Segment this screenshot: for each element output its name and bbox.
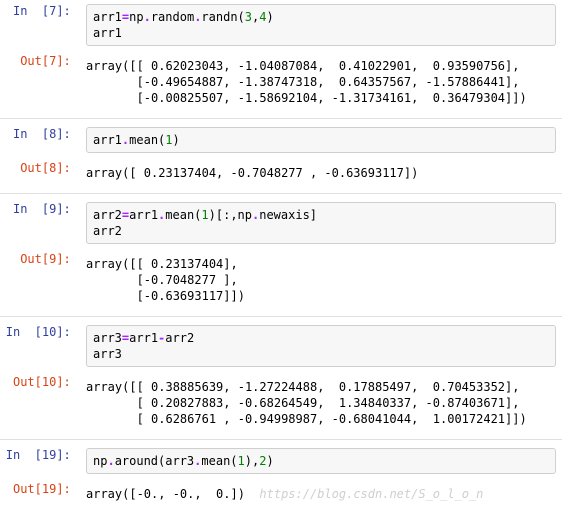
output-9: array([[ 0.23137404], [-0.7048277 ], [-0…: [86, 252, 556, 308]
in-prompt-10: In [10]:: [0, 325, 86, 367]
code-input-8[interactable]: arr1.mean(1): [86, 127, 562, 153]
output-10: array([[ 0.38885639, -1.27224488, 0.1788…: [86, 375, 556, 431]
cell-separator: [0, 439, 562, 440]
output-7: array([[ 0.62023043, -1.04087084, 0.4102…: [86, 54, 556, 110]
code-input-7[interactable]: arr1=np.random.randn(3,4) arr1: [86, 4, 562, 46]
cell-out-8: Out[8]: array([ 0.23137404, -0.7048277 ,…: [0, 157, 562, 189]
code-input-19[interactable]: np.around(arr3.mean(1),2): [86, 448, 562, 474]
cell-separator: [0, 118, 562, 119]
code-text-8: arr1.mean(1): [86, 127, 556, 153]
output-8: array([ 0.23137404, -0.7048277 , -0.6369…: [86, 161, 556, 185]
cell-out-7: Out[7]: array([[ 0.62023043, -1.04087084…: [0, 50, 562, 114]
in-prompt-8: In [8]:: [0, 127, 86, 153]
out-prompt-7: Out[7]:: [0, 54, 86, 110]
code-text-7: arr1=np.random.randn(3,4) arr1: [86, 4, 556, 46]
out-prompt-8: Out[8]:: [0, 161, 86, 185]
out-prompt-9: Out[9]:: [0, 252, 86, 308]
cell-in-19: In [19]: np.around(arr3.mean(1),2): [0, 444, 562, 478]
in-prompt-9: In [9]:: [0, 202, 86, 244]
cell-out-10: Out[10]: array([[ 0.38885639, -1.2722448…: [0, 371, 562, 435]
in-prompt-19: In [19]:: [0, 448, 86, 474]
code-text-19: np.around(arr3.mean(1),2): [86, 448, 556, 474]
out-prompt-10: Out[10]:: [0, 375, 86, 431]
output-19: array([-0., -0., 0.]) https://blog.csdn.…: [86, 482, 556, 506]
code-input-10[interactable]: arr3=arr1-arr2 arr3: [86, 325, 562, 367]
cell-separator: [0, 193, 562, 194]
cell-in-10: In [10]: arr3=arr1-arr2 arr3: [0, 321, 562, 371]
output-19-text: array([-0., -0., 0.]): [86, 487, 245, 501]
cell-in-8: In [8]: arr1.mean(1): [0, 123, 562, 157]
cell-out-9: Out[9]: array([[ 0.23137404], [-0.704827…: [0, 248, 562, 312]
code-text-9: arr2=arr1.mean(1)[:,np.newaxis] arr2: [86, 202, 556, 244]
out-prompt-19: Out[19]:: [0, 482, 86, 506]
code-text-10: arr3=arr1-arr2 arr3: [86, 325, 556, 367]
in-prompt-7: In [7]:: [0, 4, 86, 46]
cell-in-7: In [7]: arr1=np.random.randn(3,4) arr1: [0, 0, 562, 50]
cell-in-9: In [9]: arr2=arr1.mean(1)[:,np.newaxis] …: [0, 198, 562, 248]
cell-out-19: Out[19]: array([-0., -0., 0.]) https://b…: [0, 478, 562, 510]
cell-separator: [0, 316, 562, 317]
watermark: https://blog.csdn.net/S_o_l_o_n: [245, 487, 483, 501]
code-input-9[interactable]: arr2=arr1.mean(1)[:,np.newaxis] arr2: [86, 202, 562, 244]
